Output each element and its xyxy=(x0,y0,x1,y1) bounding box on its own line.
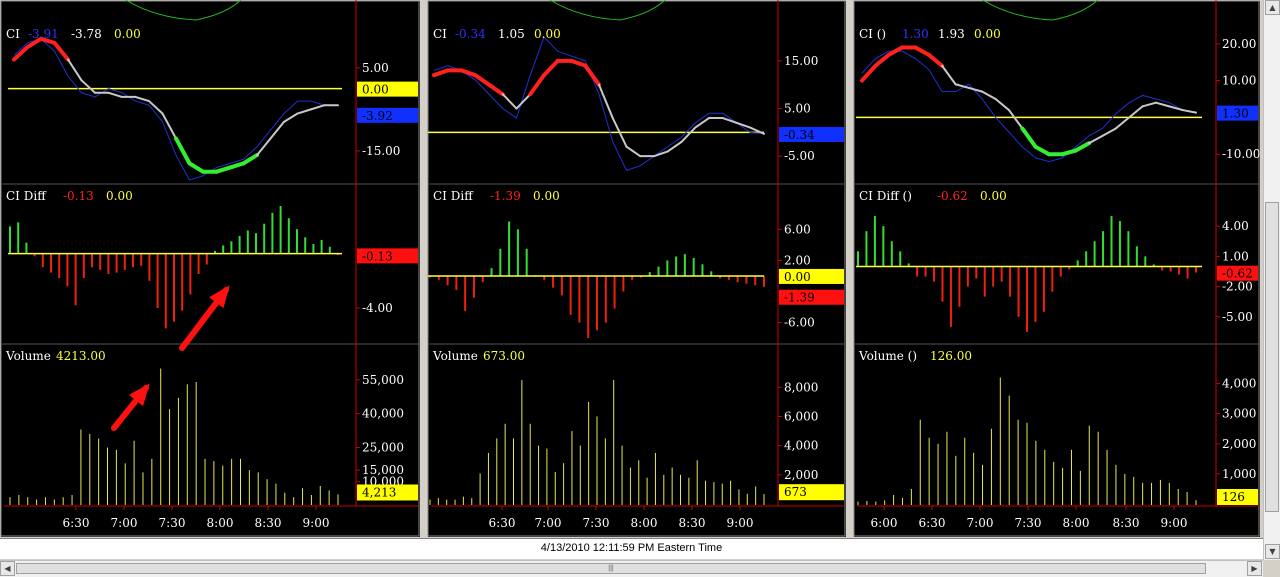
time-tick-label: 8:00 xyxy=(1063,516,1090,530)
ci-diff-readout: 0.00 xyxy=(106,189,133,203)
ci-readout: 0.00 xyxy=(114,27,141,41)
ci-diff-readout: 0.00 xyxy=(533,189,560,203)
arrow-right-icon[interactable]: ▶ xyxy=(1247,561,1262,576)
time-tick-label: 7:00 xyxy=(967,516,994,530)
ci-diff-readout: -0.62 xyxy=(937,189,968,203)
volume-y-tick-label: 8,000 xyxy=(784,380,818,394)
ci-diff-y-tick-label: 6.00 xyxy=(784,222,811,236)
ci-header: CI xyxy=(433,27,447,41)
scroll-corner xyxy=(1263,560,1280,576)
time-tick-label: 6:30 xyxy=(919,516,946,530)
time-tick-label: 8:00 xyxy=(207,516,234,530)
volume-value-tag-label: 126 xyxy=(1222,490,1245,504)
time-tick-label: 6:30 xyxy=(63,516,90,530)
volume-readout: 126.00 xyxy=(930,349,972,363)
volume-header: Volume () xyxy=(858,349,917,363)
vertical-scroll-thumb[interactable] xyxy=(1265,202,1279,512)
ci-diff-y-tick-label: -5.00 xyxy=(1222,310,1253,324)
ci-value-tag-label: 1.30 xyxy=(1222,107,1249,121)
volume-y-tick-label: 2,000 xyxy=(1222,437,1256,451)
volume-y-tick-label: 1,000 xyxy=(1222,467,1256,481)
time-tick-label: 9:00 xyxy=(727,516,754,530)
ci-diff-value-tag-label: -0.62 xyxy=(1222,267,1253,281)
ci-diff-readout: -1.39 xyxy=(490,189,521,203)
chart-panel-bg xyxy=(1,1,420,537)
ci-value-tag-label: 0.00 xyxy=(362,83,389,97)
ci-y-tick-label: -10.00 xyxy=(1222,147,1260,161)
ci-y-tick-label: -15.00 xyxy=(362,144,400,158)
ci-readout: 1.30 xyxy=(902,27,929,41)
ci-diff-header: CI Diff xyxy=(433,189,474,203)
status-bar: 4/13/2010 12:11:59 PM Eastern Time xyxy=(0,538,1263,559)
ci-diff-y-tick-label: -2.00 xyxy=(1222,280,1253,294)
volume-readout: 673.00 xyxy=(483,349,525,363)
volume-value-tag-label: 4,213 xyxy=(362,485,396,499)
volume-y-tick-label: 25,000 xyxy=(362,441,404,455)
horizontal-scroll-thumb[interactable]: ||| xyxy=(16,563,1206,574)
time-tick-label: 8:30 xyxy=(679,516,706,530)
ci-y-tick-label: 10.00 xyxy=(1222,74,1256,88)
volume-y-tick-label: 4,000 xyxy=(784,439,818,453)
ci-header: CI () xyxy=(859,27,886,41)
time-tick-label: 7:30 xyxy=(583,516,610,530)
volume-y-tick-label: 2,000 xyxy=(784,468,818,482)
arrow-left-icon[interactable]: ◀ xyxy=(0,561,15,576)
ci-diff-header: CI Diff xyxy=(6,189,47,203)
ci-diff-value-tag-label: -0.13 xyxy=(362,249,393,263)
arrow-down-icon[interactable]: ▼ xyxy=(1265,544,1280,559)
time-tick-label: 6:00 xyxy=(871,516,898,530)
ci-readout: -3.91 xyxy=(28,27,59,41)
time-tick-label: 7:30 xyxy=(159,516,186,530)
ci-y-tick-label: -5.00 xyxy=(784,149,815,163)
ci-diff-value-tag-label: -1.39 xyxy=(784,291,815,305)
volume-readout: 4213.00 xyxy=(56,349,106,363)
ci-diff-y-tick-label: -4.00 xyxy=(362,301,393,315)
arrow-up-icon[interactable]: ▲ xyxy=(1265,0,1280,15)
ci-value-tag-label: -3.92 xyxy=(362,109,393,123)
time-tick-label: 7:00 xyxy=(535,516,562,530)
volume-value-tag-label: 673 xyxy=(784,485,807,499)
ci-diff-y-tick-label: 4.00 xyxy=(1222,219,1249,233)
ci-diff-readout: -0.13 xyxy=(63,189,94,203)
ci-readout: 1.05 xyxy=(498,27,525,41)
volume-header: Volume xyxy=(5,349,51,363)
ci-readout: 0.00 xyxy=(534,27,561,41)
ci-readout: 0.00 xyxy=(974,27,1001,41)
ci-diff-y-tick-label: -6.00 xyxy=(784,316,815,330)
volume-y-tick-label: 55,000 xyxy=(362,373,404,387)
horizontal-scrollbar[interactable]: ◀ ||| ▶ xyxy=(0,560,1263,577)
ci-diff-header: CI Diff () xyxy=(859,189,912,203)
ci-y-tick-label: 15.00 xyxy=(784,54,818,68)
vertical-scrollbar[interactable]: ▲ ▼ xyxy=(1263,0,1280,560)
volume-header: Volume xyxy=(432,349,478,363)
time-tick-label: 7:00 xyxy=(111,516,138,530)
ci-y-tick-label: 5.00 xyxy=(784,102,811,116)
ci-readout: 1.93 xyxy=(938,27,965,41)
charts-svg: CI -3.91 -3.78 0.00 5.00 -15.00 0.00 -3.92 CI Di… xyxy=(0,0,1260,537)
time-tick-label: 9:00 xyxy=(303,516,330,530)
ci-diff-value-tag-label: 0.00 xyxy=(784,270,811,284)
chart-workspace: CI -3.91 -3.78 0.00 5.00 -15.00 0.00 -3.92 CI Di… xyxy=(0,0,1280,576)
ci-diff-y-tick-label: 2.00 xyxy=(784,253,811,267)
time-tick-label: 7:30 xyxy=(1015,516,1042,530)
time-tick-label: 8:00 xyxy=(631,516,658,530)
volume-y-tick-label: 3,000 xyxy=(1222,407,1256,421)
ci-y-tick-label: 20.00 xyxy=(1222,37,1256,51)
time-tick-label: 8:30 xyxy=(1113,516,1140,530)
ci-diff-readout: 0.00 xyxy=(980,189,1007,203)
ci-value-tag-label: -0.34 xyxy=(784,128,815,142)
ci-readout: -3.78 xyxy=(71,27,102,41)
ci-header: CI xyxy=(6,27,20,41)
ci-diff-y-tick-label: 1.00 xyxy=(1222,249,1249,263)
ci-y-tick-label: 5.00 xyxy=(362,61,389,75)
status-timestamp: 4/13/2010 12:11:59 PM Eastern Time xyxy=(540,542,723,554)
volume-y-tick-label: 4,000 xyxy=(1222,377,1256,391)
ci-readout: -0.34 xyxy=(455,27,486,41)
chart-panel-bg xyxy=(854,1,1260,537)
time-tick-label: 9:00 xyxy=(1161,516,1188,530)
time-tick-label: 6:30 xyxy=(489,516,516,530)
volume-y-tick-label: 40,000 xyxy=(362,407,404,421)
time-tick-label: 8:30 xyxy=(255,516,282,530)
volume-y-tick-label: 6,000 xyxy=(784,410,818,424)
